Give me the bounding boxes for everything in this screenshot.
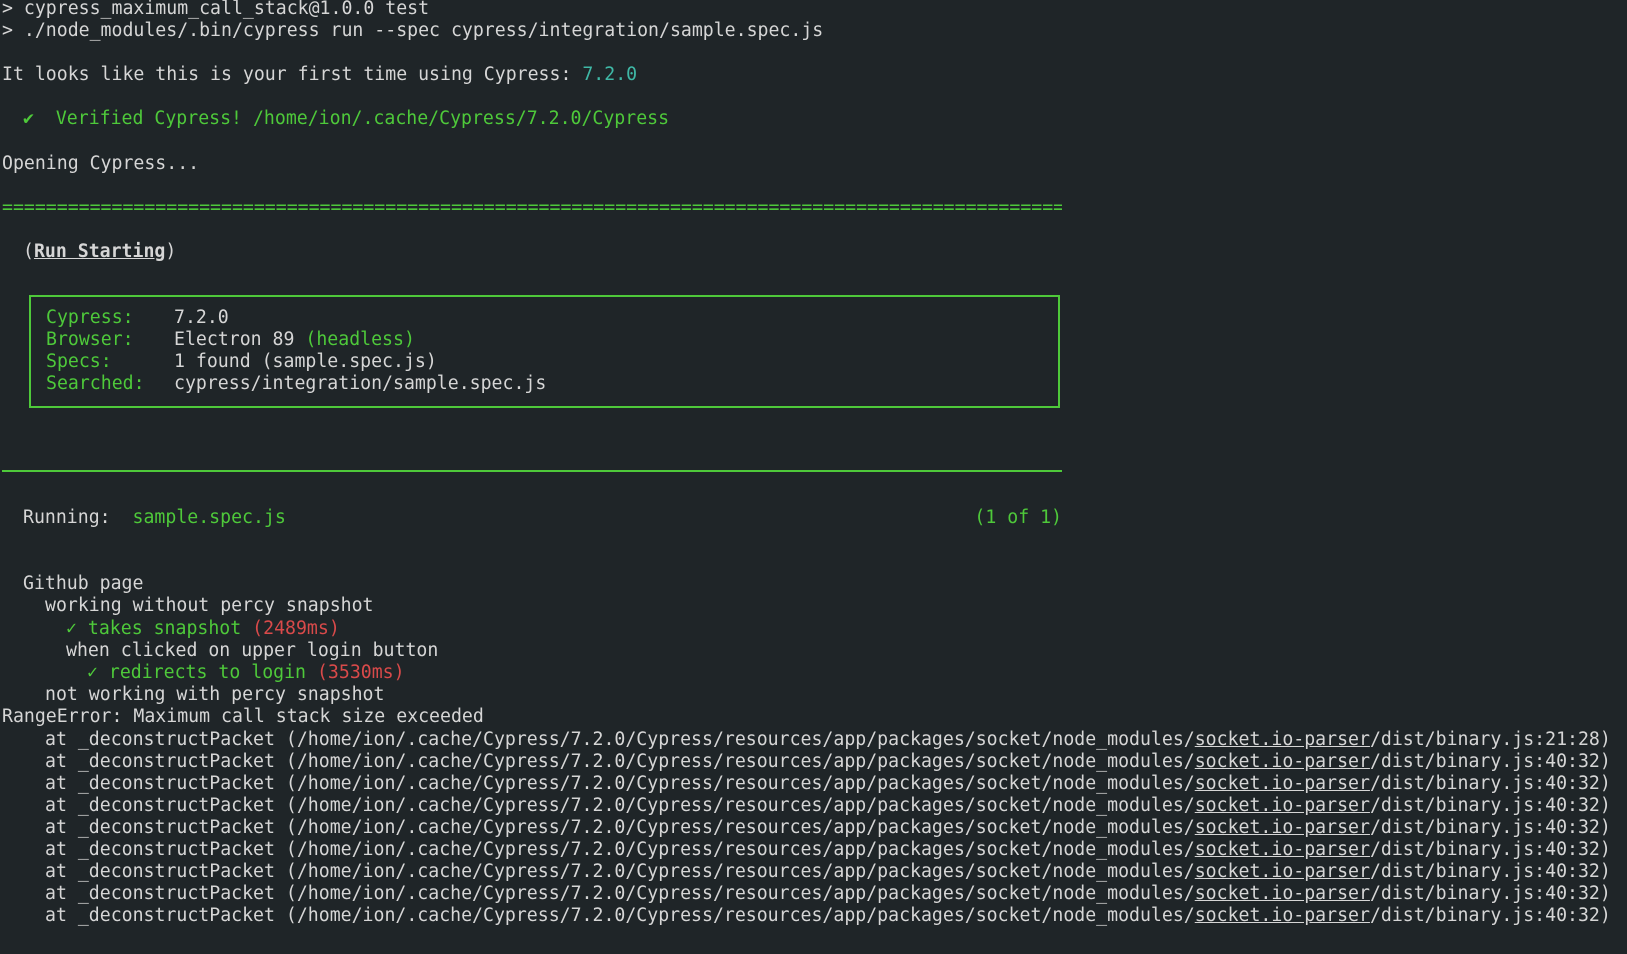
stack-path: at _deconstructPacket (/home/ion/.cache/… (45, 861, 1195, 882)
stack-link[interactable]: socket.io-parser (1195, 773, 1370, 794)
stack-frame: at _deconstructPacket (/home/ion/.cache/… (45, 794, 1611, 817)
run-starting-label: Run Starting (33, 241, 166, 262)
info-row-browser: Browser: Electron 89 (headless) (46, 329, 415, 351)
paren-open: ( (23, 241, 34, 262)
stack-link[interactable]: socket.io-parser (1195, 883, 1370, 904)
info-key: Browser: (46, 329, 134, 350)
info-value: Electron 89 (174, 329, 306, 350)
paren-close: ) (165, 241, 177, 262)
cypress-version: 7.2.0 (582, 64, 638, 85)
context-not-working: not working with percy snapshot (45, 684, 385, 705)
command-line-1: > cypress_maximum_call_stack@1.0.0 test (2, 0, 430, 19)
test-name: takes snapshot (87, 618, 242, 639)
stack-location: /dist/binary.js:40:32) (1369, 773, 1611, 794)
stack-link[interactable]: socket.io-parser (1195, 729, 1370, 750)
stack-link[interactable]: socket.io-parser (1195, 795, 1370, 816)
suite-title: Github page (23, 573, 144, 594)
stack-location: /dist/binary.js:40:32) (1369, 751, 1611, 772)
test-name: redirects to login (108, 662, 307, 683)
stack-path: at _deconstructPacket (/home/ion/.cache/… (45, 817, 1195, 838)
info-extra: (headless) (305, 329, 415, 350)
verified-message: ✔ Verified Cypress! /home/ion/.cache/Cyp… (23, 107, 669, 130)
run-info-box: Cypress: 7.2.0 Browser: Electron 89 (headl… (29, 295, 1060, 408)
stack-location: /dist/binary.js:40:32) (1369, 817, 1611, 838)
opening-message: Opening Cypress... (2, 153, 200, 174)
stack-location: /dist/binary.js:40:32) (1369, 839, 1611, 860)
info-value: 1 found (sample.spec.js) (174, 351, 437, 372)
running-line: Running: sample.spec.js (23, 506, 286, 529)
verified-text: Verified Cypress! (55, 108, 243, 129)
check-icon: ✓ (87, 662, 98, 683)
info-value: cypress/integration/sample.spec.js (174, 373, 547, 394)
stack-path: at _deconstructPacket (/home/ion/.cache/… (45, 773, 1195, 794)
check-icon: ✓ (66, 618, 77, 639)
verified-path: /home/ion/.cache/Cypress/7.2.0/Cypress (252, 108, 670, 129)
test-duration: (2489ms) (252, 618, 340, 639)
stack-location: /dist/binary.js:40:32) (1369, 905, 1611, 926)
terminal-output[interactable]: > cypress_maximum_call_stack@1.0.0 test … (2, 0, 1627, 954)
stack-location: /dist/binary.js:40:32) (1369, 861, 1611, 882)
stack-frame: at _deconstructPacket (/home/ion/.cache/… (45, 728, 1611, 751)
stack-path: at _deconstructPacket (/home/ion/.cache/… (45, 883, 1195, 904)
stack-path: at _deconstructPacket (/home/ion/.cache/… (45, 905, 1195, 926)
info-value: 7.2.0 (174, 307, 229, 328)
stack-link[interactable]: socket.io-parser (1195, 817, 1370, 838)
stack-path: at _deconstructPacket (/home/ion/.cache/… (45, 839, 1195, 860)
stack-path: at _deconstructPacket (/home/ion/.cache/… (45, 729, 1195, 750)
stack-link[interactable]: socket.io-parser (1195, 839, 1370, 860)
stack-path: at _deconstructPacket (/home/ion/.cache/… (45, 751, 1195, 772)
stack-location: /dist/binary.js:40:32) (1369, 883, 1611, 904)
separator-double: ========================================… (2, 197, 1062, 218)
first-time-message: It looks like this is your first time us… (2, 63, 637, 86)
stack-path: at _deconstructPacket (/home/ion/.cache/… (45, 795, 1195, 816)
stack-frame: at _deconstructPacket (/home/ion/.cache/… (45, 772, 1611, 795)
stack-link[interactable]: socket.io-parser (1195, 905, 1370, 926)
stack-link[interactable]: socket.io-parser (1195, 861, 1370, 882)
run-starting-header: (Run Starting) (23, 240, 176, 263)
running-spec: sample.spec.js (132, 507, 286, 528)
stack-frame: at _deconstructPacket (/home/ion/.cache/… (45, 750, 1611, 773)
test-duration: (3530ms) (316, 662, 405, 683)
command-line-2: > ./node_modules/.bin/cypress run --spec… (2, 20, 824, 41)
info-key: Cypress: (46, 307, 134, 328)
test-takes-snapshot: ✓ takes snapshot (2489ms) (66, 617, 340, 640)
context-upper-login: when clicked on upper login button (66, 640, 439, 661)
info-key: Searched: (46, 373, 145, 394)
error-message: RangeError: Maximum call stack size exce… (2, 706, 484, 727)
info-row-specs: Specs: 1 found (sample.spec.js) (46, 351, 437, 373)
info-key: Specs: (46, 351, 112, 372)
context-working: working without percy snapshot (45, 595, 374, 616)
check-icon: ✔ (23, 108, 34, 129)
running-count: (1 of 1) (974, 507, 1062, 528)
info-row-searched: Searched: cypress/integration/sample.spec… (46, 373, 546, 395)
info-row-cypress: Cypress: 7.2.0 (46, 307, 229, 329)
stack-frame: at _deconstructPacket (/home/ion/.cache/… (45, 904, 1611, 927)
stack-frame: at _deconstructPacket (/home/ion/.cache/… (45, 838, 1611, 861)
test-redirects-login: ✓ redirects to login (3530ms) (87, 661, 405, 684)
stack-frame: at _deconstructPacket (/home/ion/.cache/… (45, 816, 1611, 839)
stack-frame: at _deconstructPacket (/home/ion/.cache/… (45, 882, 1611, 905)
stack-location: /dist/binary.js:21:28) (1369, 729, 1611, 750)
stack-frame: at _deconstructPacket (/home/ion/.cache/… (45, 860, 1611, 883)
first-time-prefix: It looks like this is your first time us… (2, 64, 583, 85)
stack-link[interactable]: socket.io-parser (1195, 751, 1370, 772)
running-label: Running: (23, 507, 111, 528)
separator-solid (2, 470, 1062, 472)
stack-location: /dist/binary.js:40:32) (1369, 795, 1611, 816)
